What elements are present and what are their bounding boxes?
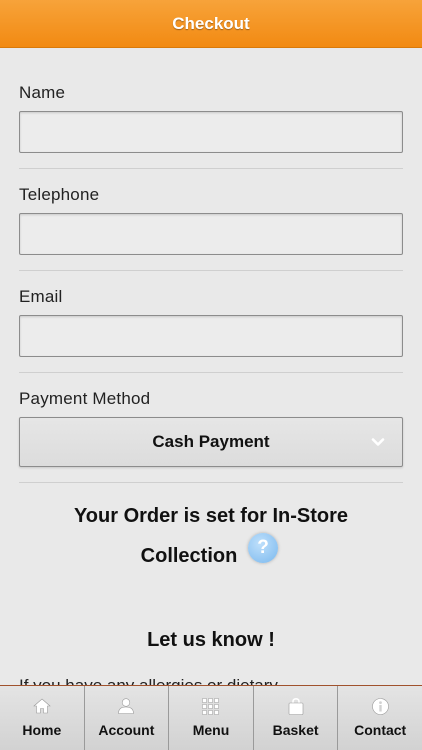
page-title: Checkout	[172, 13, 250, 33]
payment-method-label: Payment Method	[19, 389, 151, 408]
tab-label: Menu	[192, 722, 230, 738]
telephone-label: Telephone	[19, 185, 100, 204]
chevron-down-icon	[368, 432, 388, 452]
tab-basket[interactable]: Basket	[253, 686, 339, 750]
tab-label: Contact	[354, 722, 407, 738]
tab-account[interactable]: Account	[84, 686, 170, 750]
tab-menu[interactable]: Menu	[169, 686, 254, 750]
order-note-line2: Collection	[140, 545, 238, 567]
header-bar: Checkout	[0, 0, 422, 48]
name-input[interactable]	[19, 111, 403, 153]
help-icon[interactable]: ?	[248, 533, 278, 563]
allergy-text: If you have any allergies or dietary	[19, 676, 403, 685]
email-input[interactable]	[19, 315, 403, 357]
info-icon	[369, 696, 391, 716]
home-icon	[31, 696, 53, 716]
name-label: Name	[19, 83, 66, 102]
tab-label: Home	[22, 722, 62, 738]
user-icon	[115, 696, 137, 716]
telephone-input[interactable]	[19, 213, 403, 255]
email-label: Email	[19, 287, 63, 306]
tab-label: Basket	[272, 722, 319, 738]
bottom-tab-bar: Home Account Menu Basket Contact	[0, 685, 422, 750]
let-us-know-heading: Let us know !	[147, 629, 275, 651]
tab-contact[interactable]: Contact	[338, 686, 422, 750]
divider	[19, 372, 403, 373]
checkout-form: Name Telephone Email Payment Method Cash…	[0, 48, 422, 685]
bag-icon	[285, 696, 307, 716]
divider	[19, 482, 403, 483]
tab-label: Account	[98, 722, 155, 738]
payment-method-select[interactable]: Cash Payment	[19, 417, 403, 467]
order-note-line1: Your Order is set for In-Store	[73, 505, 349, 527]
divider	[19, 168, 403, 169]
payment-method-value: Cash Payment	[152, 432, 270, 451]
grid-icon	[200, 696, 222, 716]
divider	[19, 270, 403, 271]
tab-home[interactable]: Home	[0, 686, 85, 750]
help-glyph: ?	[257, 537, 269, 558]
